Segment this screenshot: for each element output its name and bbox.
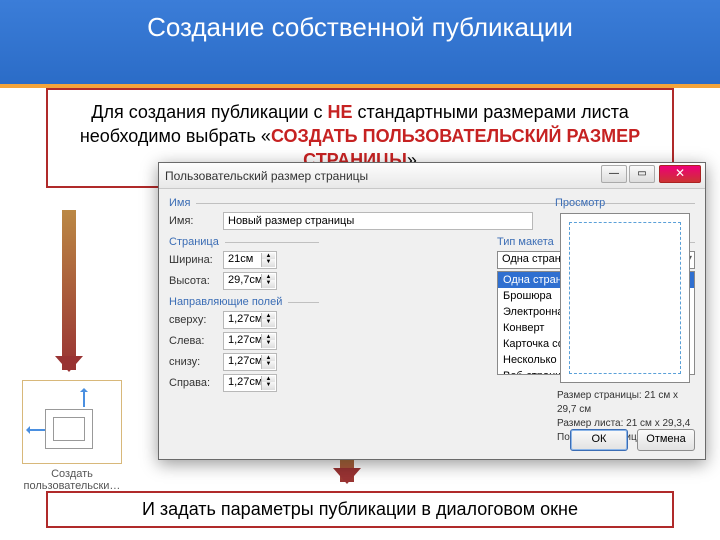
margin-top-input[interactable]: 1,27см▲▼ bbox=[223, 311, 277, 329]
ok-button[interactable]: ОК bbox=[570, 429, 628, 451]
section-page: Страница bbox=[169, 236, 319, 248]
slide-title: Создание собственной публикации bbox=[147, 12, 573, 42]
margin-left-input[interactable]: 1,27см▲▼ bbox=[223, 332, 277, 350]
close-button[interactable]: ✕ bbox=[659, 165, 701, 183]
margin-bottom-input[interactable]: 1,27см▲▼ bbox=[223, 353, 277, 371]
custom-page-size-dialog: Пользовательский размер страницы — ▭ ✕ И… bbox=[158, 162, 706, 460]
thumbnail-caption: Создать пользовательски… bbox=[24, 468, 121, 492]
width-input[interactable]: 21см▲▼ bbox=[223, 251, 277, 269]
section-preview: Просмотр bbox=[555, 197, 695, 209]
spinner-down-icon[interactable]: ▼ bbox=[261, 340, 275, 348]
preview-page-size: Размер страницы: 21 см x 29,7 см bbox=[557, 389, 695, 417]
slide-title-banner: Создание собственной публикации bbox=[0, 0, 720, 84]
margin-right-label: Справа: bbox=[169, 377, 223, 389]
margin-top-label: сверху: bbox=[169, 314, 223, 326]
dialog-titlebar[interactable]: Пользовательский размер страницы — ▭ ✕ bbox=[159, 163, 705, 189]
name-label: Имя: bbox=[169, 215, 223, 227]
bottom-callout: И задать параметры публикации в диалогов… bbox=[46, 491, 674, 528]
height-input[interactable]: 29,7см▲▼ bbox=[223, 272, 277, 290]
close-icon: ✕ bbox=[675, 166, 685, 180]
width-label: Ширина: bbox=[169, 254, 223, 266]
info-text-ne: НЕ bbox=[328, 102, 353, 122]
page-preview-icon bbox=[560, 213, 690, 383]
maximize-button[interactable]: ▭ bbox=[629, 165, 655, 183]
bottom-text: И задать параметры публикации в диалогов… bbox=[142, 499, 578, 519]
arrow-to-thumbnail-icon bbox=[62, 210, 76, 370]
spinner-down-icon[interactable]: ▼ bbox=[261, 361, 275, 369]
margin-bottom-label: снизу: bbox=[169, 356, 223, 368]
create-custom-size-thumbnail[interactable]: Создать пользовательски… bbox=[18, 380, 126, 492]
margin-right-input[interactable]: 1,27см▲▼ bbox=[223, 374, 277, 392]
height-label: Высота: bbox=[169, 275, 223, 287]
spinner-down-icon[interactable]: ▼ bbox=[261, 319, 275, 327]
section-margins: Направляющие полей bbox=[169, 296, 319, 308]
spinner-down-icon[interactable]: ▼ bbox=[261, 259, 275, 267]
name-input[interactable] bbox=[223, 212, 533, 230]
thumbnail-preview-icon bbox=[22, 380, 122, 464]
cancel-button[interactable]: Отмена bbox=[637, 429, 695, 451]
margin-left-label: Слева: bbox=[169, 335, 223, 347]
minimize-button[interactable]: — bbox=[601, 165, 627, 183]
spinner-down-icon[interactable]: ▼ bbox=[261, 382, 275, 390]
dialog-title: Пользовательский размер страницы bbox=[165, 169, 368, 183]
spinner-down-icon[interactable]: ▼ bbox=[261, 280, 275, 288]
info-text-1: Для создания публикации с bbox=[91, 102, 327, 122]
